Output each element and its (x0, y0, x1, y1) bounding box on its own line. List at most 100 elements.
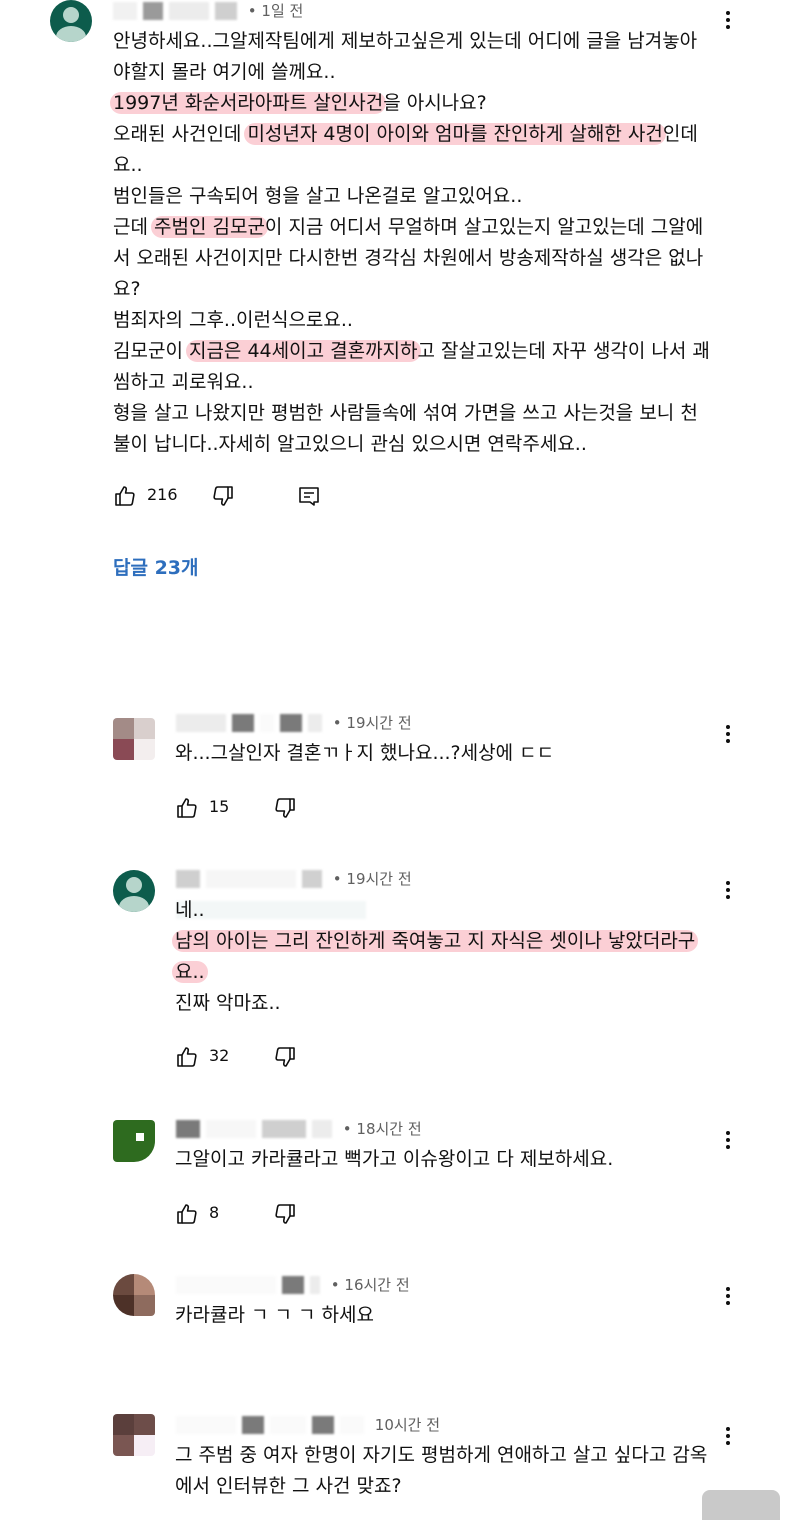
comment-actions: 15 (175, 794, 475, 822)
like-count: 15 (209, 797, 230, 816)
thumbs-down-icon (275, 798, 295, 818)
comment-meta: • 16시간 전 (176, 1274, 410, 1296)
comment-actions: 8 (175, 1200, 475, 1228)
comment-line: 범죄자의 그후..이런식으로요.. (113, 305, 710, 336)
comment-time: • 16시간 전 (330, 1276, 410, 1294)
comment-meta: • 18시간 전 (176, 1118, 422, 1140)
view-replies-button[interactable]: 답글 23개 (113, 553, 199, 580)
comment-line: 1997년 화순서라아파트 살인사건을 아시나요? (110, 88, 710, 119)
thumbs-up-icon (177, 1047, 197, 1067)
text-segment: 그알이고 카라큘라고 뻑가고 이슈왕이고 다 제보하세요. (175, 1148, 614, 1170)
comment-line: 카라큘라 ㄱ ㄱ ㄱ 하세요 (175, 1300, 374, 1331)
comment-line: 범인들은 구속되어 형을 살고 나온걸로 알고있어요.. (113, 181, 710, 212)
comment-line: 요? (113, 274, 710, 305)
text-segment: 네.. (175, 899, 205, 921)
dislike-button[interactable] (273, 1043, 297, 1071)
text-segment: 안녕하세요..그알제작팀에게 제보하고싶은게 있는데 어디에 글을 남겨놓아 (113, 30, 698, 52)
comment-line: 근데 주범인 김모군이 지금 어디서 무얼하며 살고있는지 알고있는데 그알에 (113, 212, 710, 243)
avatar[interactable] (50, 0, 92, 42)
thumbs-up-icon (177, 798, 197, 818)
thumbs-down-icon (275, 1047, 295, 1067)
comment-line: 요.. (172, 957, 695, 988)
comment-line: 김모군이 지금은 44세이고 결혼까지하고 잘살고있는데 자꾸 생각이 나서 괘 (113, 336, 710, 367)
like-button[interactable] (175, 1200, 199, 1228)
text-segment: 야할지 몰라 여기에 쓸께요.. (113, 61, 336, 83)
comment-line: 불이 납니다..자세히 알고있으니 관심 있으시면 연락주세요.. (113, 429, 710, 460)
text-segment: 김모군이 (113, 340, 189, 362)
comment-reply-icon (299, 487, 319, 506)
comment-text: 그 주범 중 여자 한명이 자기도 평범하게 연애하고 살고 싶다고 감옥 에서 … (175, 1440, 707, 1502)
avatar[interactable] (113, 1274, 155, 1316)
comment-meta: • 19시간 전 (176, 712, 412, 734)
comment-line: 야할지 몰라 여기에 쓸께요.. (113, 57, 710, 88)
redacted-username (176, 1415, 236, 1434)
scrollbar-thumb[interactable] (702, 1490, 780, 1520)
comment-line: 그알이고 카라큘라고 뻑가고 이슈왕이고 다 제보하세요. (175, 1144, 613, 1175)
avatar[interactable] (113, 1414, 155, 1456)
comment-time: 10시간 전 (374, 1416, 441, 1434)
comment-line: 요.. (113, 150, 710, 181)
thumbs-down-icon (213, 486, 233, 506)
text-segment: 범인들은 구속되어 형을 살고 나온걸로 알고있어요.. (113, 185, 523, 207)
like-count: 32 (209, 1046, 230, 1065)
comment-line: 와...그살인자 결혼ㄲㅏ지 했나요...?세상에 ㄷㄷ (175, 738, 554, 769)
like-button[interactable] (113, 482, 137, 510)
comment-text: 와...그살인자 결혼ㄲㅏ지 했나요...?세상에 ㄷㄷ (175, 738, 554, 769)
highlighted-text: 주범인 김모군 (151, 216, 268, 238)
text-segment: 근데 (113, 216, 154, 238)
more-vertical-icon[interactable] (718, 876, 738, 904)
more-vertical-icon[interactable] (718, 720, 738, 748)
reply-button[interactable] (297, 482, 321, 510)
redacted-username (176, 1275, 276, 1294)
avatar[interactable] (113, 1120, 155, 1162)
comment-text: 안녕하세요..그알제작팀에게 제보하고싶은게 있는데 어디에 글을 남겨놓아야할… (110, 26, 710, 460)
text-segment: 오래된 사건인데 (113, 123, 248, 145)
text-segment: 서 오래된 사건이지만 다시한번 경각심 차원에서 방송제작하실 생각은 없나 (113, 247, 704, 269)
comment-line: 진짜 악마죠.. (175, 988, 695, 1019)
text-segment: 진짜 악마죠.. (175, 992, 281, 1014)
redacted-username (113, 1, 137, 20)
like-button[interactable] (175, 1043, 199, 1071)
comment-line: 에서 인터뷰한 그 사건 맞죠? (175, 1471, 707, 1502)
more-vertical-icon[interactable] (718, 1126, 738, 1154)
comment-line: 네.. (175, 895, 695, 926)
comment-line: 씸하고 괴로워요.. (113, 367, 710, 398)
comment-meta: • 19시간 전 (176, 868, 412, 890)
highlighted-text: 1997년 화순서라아파트 살인사건 (110, 92, 387, 114)
more-vertical-icon[interactable] (718, 1422, 738, 1450)
comment-actions: 32 (175, 1043, 475, 1071)
text-segment: 요.. (113, 154, 143, 176)
dislike-button[interactable] (273, 794, 297, 822)
avatar[interactable] (113, 870, 155, 912)
comment-line: 오래된 사건인데 미성년자 4명이 아이와 엄마를 잔인하게 살해한 사건인데 (113, 119, 710, 150)
like-count: 8 (209, 1203, 220, 1222)
like-button[interactable] (175, 794, 199, 822)
comment-time: • 19시간 전 (332, 714, 412, 732)
highlighted-text: 요.. (172, 961, 208, 983)
text-segment: 요? (113, 278, 141, 300)
text-segment: 을 아시나요? (383, 92, 487, 114)
text-segment: 고 잘살고있는데 자꾸 생각이 나서 괘 (417, 340, 710, 362)
highlighted-text: 지금은 44세이고 결혼까지하 (185, 340, 421, 362)
comment-text: 그알이고 카라큘라고 뻑가고 이슈왕이고 다 제보하세요. (175, 1144, 613, 1175)
dislike-button[interactable] (273, 1200, 297, 1228)
dislike-button[interactable] (211, 482, 235, 510)
more-vertical-icon[interactable] (718, 1282, 738, 1310)
highlighted-text: 미성년자 4명이 아이와 엄마를 잔인하게 살해한 사건 (244, 123, 666, 145)
text-segment: 카라큘라 ㄱ ㄱ ㄱ 하세요 (175, 1304, 374, 1326)
comment-meta: • 1일 전 (113, 0, 303, 22)
avatar[interactable] (113, 718, 155, 760)
comment-time: • 18시간 전 (342, 1120, 422, 1138)
comment-text: 카라큘라 ㄱ ㄱ ㄱ 하세요 (175, 1300, 374, 1331)
comment-line: 남의 아이는 그리 잔인하게 죽여놓고 지 자식은 셋이나 낳았더라구 (172, 926, 699, 957)
comment-time: • 1일 전 (247, 2, 304, 20)
text-segment: 형을 살고 나왔지만 평범한 사람들속에 섞여 가면을 쓰고 사는것을 보니 천 (113, 402, 698, 424)
comment-text: 네.. 남의 아이는 그리 잔인하게 죽여놓고 지 자식은 셋이나 낳았더라구요.… (172, 895, 699, 1019)
comment-line: 그 주범 중 여자 한명이 자기도 평범하게 연애하고 살고 싶다고 감옥 (175, 1440, 707, 1471)
comment-time: • 19시간 전 (332, 870, 412, 888)
comment-meta: 10시간 전 (176, 1414, 440, 1436)
comment-line: 서 오래된 사건이지만 다시한번 경각심 차원에서 방송제작하실 생각은 없나 (113, 243, 710, 274)
more-vertical-icon[interactable] (718, 6, 738, 34)
redacted-username (176, 869, 200, 888)
redacted-username (176, 1119, 200, 1138)
